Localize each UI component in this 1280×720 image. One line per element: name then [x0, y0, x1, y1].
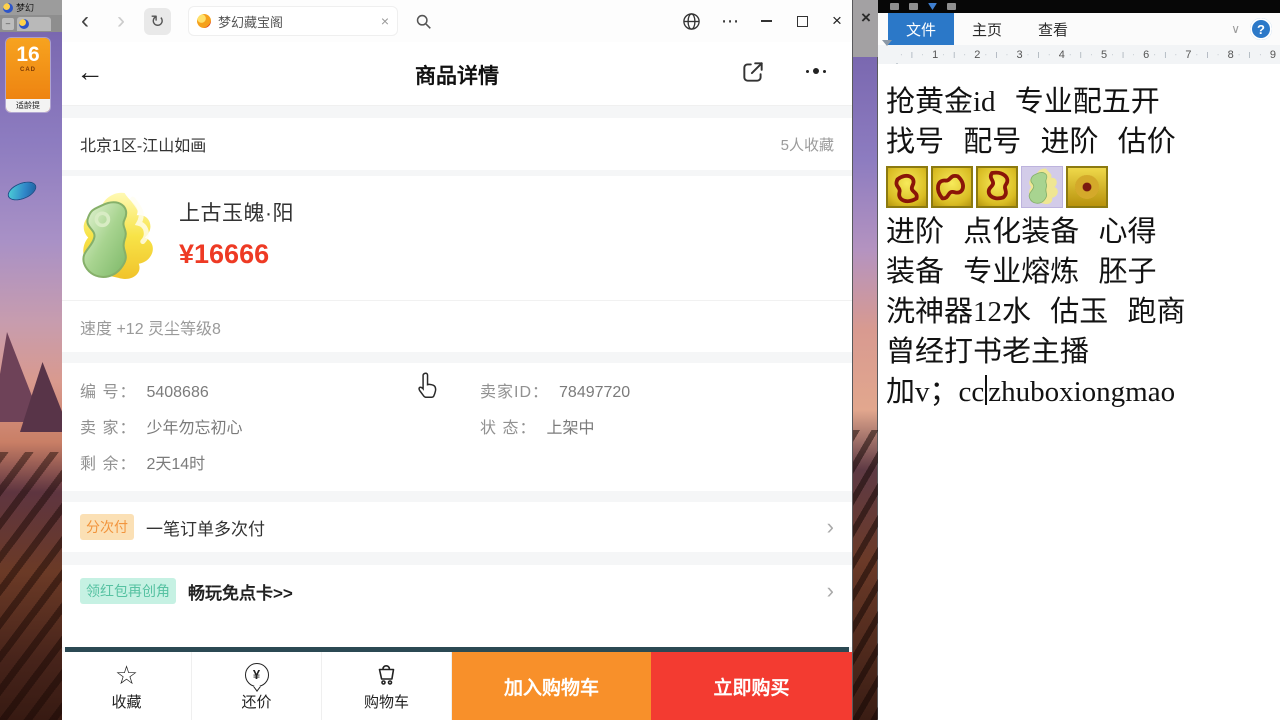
product-attributes: 速度 +12 灵尘等级8	[62, 300, 852, 352]
document-area[interactable]: 抢黄金id 专业配五开 找号 配号 进阶 估价 进阶 点化装备 心得 装备 专业…	[878, 64, 1280, 720]
ribbon-collapse-icon[interactable]: ∨	[1231, 22, 1240, 36]
tab-minimize-icon[interactable]: –	[2, 17, 14, 30]
cart-icon	[375, 661, 399, 689]
age-rating-badge: 16 CAD 适龄提	[6, 38, 50, 112]
doc-image-medal	[1066, 166, 1108, 208]
product-price: ¥16666	[179, 239, 270, 269]
promo-badge: 领红包再创角	[80, 578, 176, 604]
doc-line: 找号 配号 进阶 估价	[886, 126, 1176, 158]
doc-inline-images	[886, 166, 1280, 208]
minimize-icon[interactable]	[750, 0, 782, 42]
page-title: 商品详情	[415, 65, 499, 88]
close-icon[interactable]: ×	[822, 0, 852, 42]
doc-line-contact: 加v；cc zhuboxiongmao	[886, 375, 1176, 408]
bottom-action-bar: ☆ 收藏 ¥ 还价 购物车 加入购物车 立即购买	[62, 652, 852, 720]
product-info: 上古玉魄·阳 ¥16666	[179, 189, 294, 300]
background-game-window: 梦幻 – 16 CAD 适龄提	[0, 0, 62, 720]
game-art-background: 16 CAD 适龄提	[0, 32, 62, 720]
detail-row-remaining: 剩 余： 2天14时	[80, 456, 206, 473]
game-gem-sprite	[6, 179, 38, 203]
game-tab-row: –	[0, 15, 62, 32]
star-icon: ☆	[114, 659, 139, 690]
server-row: 北京1区-江山如画 5人收藏	[62, 118, 852, 170]
add-to-cart-button[interactable]: 加入购物车	[452, 652, 651, 720]
doc-image-talisman-1	[886, 166, 928, 208]
refresh-icon[interactable]: ↻	[144, 8, 171, 35]
detail-row-seller: 卖 家： 少年勿忘初心	[80, 420, 243, 437]
details-card: 编 号： 5408686 卖 家： 少年勿忘初心 剩 余： 2天14时 卖家ID…	[62, 363, 852, 491]
promo-row[interactable]: 领红包再创角 畅玩免点卡>> ›	[62, 565, 852, 617]
tab-view[interactable]: 查看	[1020, 13, 1086, 45]
doc-line: 装备 专业熔炼 胚子	[886, 256, 1157, 288]
age-rating-org: CAD	[20, 67, 36, 73]
game-tab-icon	[19, 18, 29, 29]
doc-image-talisman-2	[931, 166, 973, 208]
game-titlebar: 梦幻	[0, 0, 62, 15]
search-icon[interactable]	[408, 0, 438, 42]
installment-badge: 分次付	[80, 514, 134, 540]
background-gap-strip: ×	[852, 0, 879, 720]
detail-row-status: 状 态： 上架中	[480, 420, 595, 437]
cart-button[interactable]: 购物车	[322, 652, 452, 720]
game-close-icon[interactable]: ×	[861, 8, 871, 57]
globe-icon[interactable]	[674, 0, 708, 42]
tab-file[interactable]: 文件	[888, 13, 955, 45]
tab-home[interactable]: 主页	[954, 13, 1020, 45]
ribbon-tabs: 文件 主页 查看 ∨ ?	[878, 13, 1280, 46]
game-app-icon	[3, 2, 13, 13]
tab-title: 梦幻藏宝阁	[218, 14, 284, 30]
dropdown-icon[interactable]	[928, 3, 937, 10]
browser-back-icon[interactable]: ‹	[70, 0, 100, 42]
browser-tab[interactable]: 梦幻藏宝阁 ×	[188, 6, 398, 36]
favorites-count: 5人收藏	[780, 136, 834, 154]
item-image[interactable]	[66, 189, 163, 286]
tab-favicon-icon	[197, 14, 211, 28]
favorite-button[interactable]: ☆ 收藏	[62, 652, 192, 720]
word-window: 文件 主页 查看 ∨ ? · | · 1 · | · 2 · | · 3 · | · 4 · | · 5 · | · 6 · | ·…	[878, 0, 1280, 720]
browser-window: ‹ › ↻ 梦幻藏宝阁 × ⋯ × ← 商品详情 北京1区-江山如画 5人收藏	[62, 0, 852, 720]
product-card: 上古玉魄·阳 ¥16666	[62, 176, 852, 300]
redo-icon[interactable]	[947, 3, 956, 10]
buy-now-button[interactable]: 立即购买	[651, 652, 852, 720]
detail-row-seller-id: 卖家ID： 78497720	[480, 384, 631, 401]
game-window-title: 梦幻	[16, 3, 35, 13]
help-icon[interactable]: ?	[1250, 18, 1272, 40]
share-icon[interactable]	[740, 59, 766, 90]
chevron-right-icon[interactable]: ›	[827, 578, 834, 604]
content-footer-gap	[62, 617, 852, 647]
promo-text: 畅玩免点卡>>	[188, 583, 293, 603]
age-rating-number: 16	[16, 43, 40, 66]
doc-image-jade	[1021, 166, 1063, 208]
ruler-marks: · | · 1 · | · 2 · | · 3 · | · 4 · | · 5 · | · 6 · | · 7 · | · 8 · | · 9	[900, 48, 1276, 61]
server-name: 北京1区-江山如画	[80, 138, 207, 155]
text-caret	[985, 375, 988, 405]
game-window-edge: ×	[853, 0, 879, 57]
more-icon[interactable]	[806, 68, 826, 74]
hand-cursor-icon	[414, 371, 442, 403]
doc-image-talisman-3	[976, 166, 1018, 208]
doc-line: 抢黄金id 专业配五开	[886, 86, 1160, 118]
tab-close-icon[interactable]: ×	[381, 13, 389, 29]
page-header: ← 商品详情	[62, 42, 852, 106]
indent-marker-icon[interactable]	[882, 40, 902, 69]
product-name: 上古玉魄·阳	[179, 202, 294, 225]
ruler[interactable]: · | · 1 · | · 2 · | · 3 · | · 4 · | · 5 · | · 6 · | · 7 · | · 8 · | · 9	[878, 40, 1280, 69]
maximize-icon[interactable]	[786, 0, 818, 42]
doc-line: 进阶 点化装备 心得	[886, 216, 1157, 248]
browser-forward-icon[interactable]: ›	[106, 0, 136, 42]
doc-line: 洗神器12水 估玉 跑商	[886, 296, 1186, 328]
browser-menu-icon[interactable]: ⋯	[714, 0, 746, 42]
yen-bubble-icon: ¥	[244, 661, 269, 689]
age-rating-label: 适龄提	[6, 99, 50, 112]
installment-row[interactable]: 分次付 一笔订单多次付 ›	[62, 502, 852, 552]
game-tab[interactable]	[17, 16, 51, 31]
browser-toolbar: ‹ › ↻ 梦幻藏宝阁 × ⋯ ×	[62, 0, 852, 43]
installment-text: 一笔订单多次付	[146, 519, 265, 539]
bargain-button[interactable]: ¥ 还价	[192, 652, 322, 720]
quick-access-toolbar	[878, 0, 1280, 13]
chevron-right-icon[interactable]: ›	[827, 514, 834, 540]
save-icon[interactable]	[890, 3, 899, 10]
doc-line: 曾经打书老主播	[886, 336, 1090, 368]
undo-icon[interactable]	[909, 3, 918, 10]
